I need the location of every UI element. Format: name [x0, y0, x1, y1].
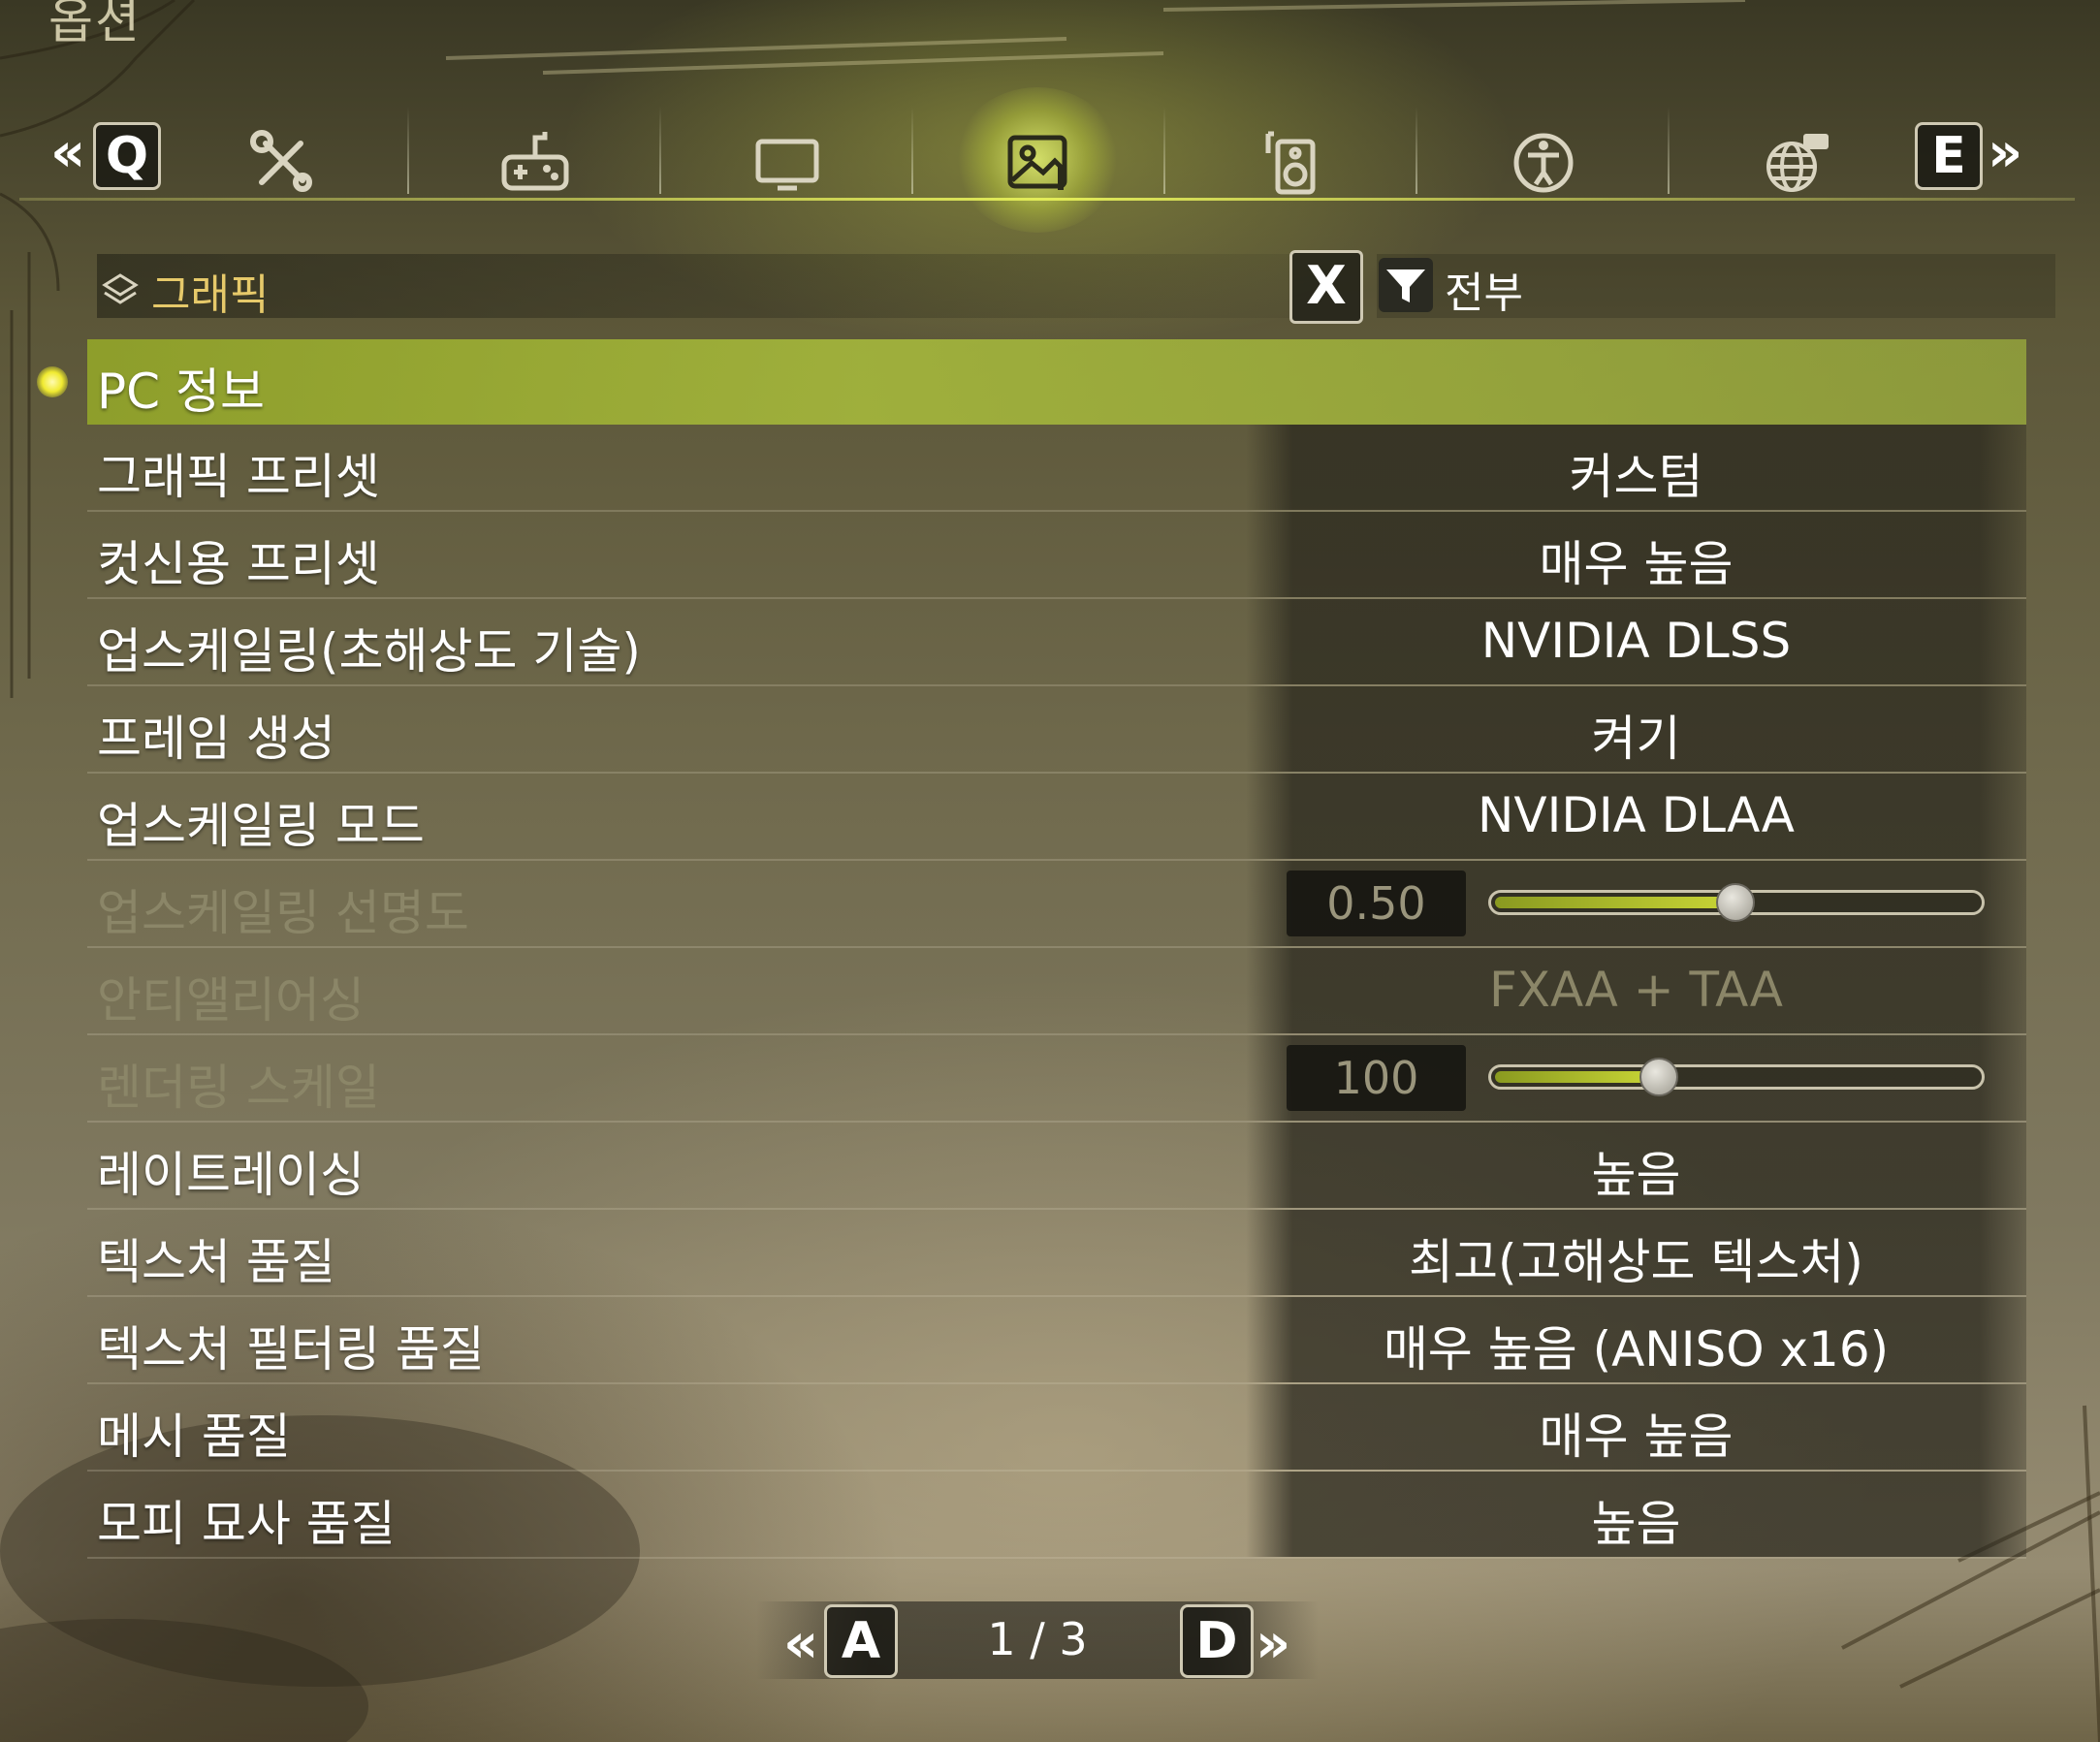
setting-label: 안티앨리어싱: [97, 972, 365, 1029]
settings-list: PC 정보 그래픽 프리셋 커스텀 컷신용 프리셋 매우 높음 업스케일링(초해…: [37, 339, 2026, 1559]
setting-row-upscaling-sharpness: 업스케일링 선명도 0.50: [87, 861, 2026, 948]
setting-row-graphics-preset[interactable]: 그래픽 프리셋 커스텀: [87, 425, 2026, 512]
setting-row-texture-filtering[interactable]: 텍스처 필터링 품질 매우 높음 (ANISO x16): [87, 1297, 2026, 1384]
slider-value: 100: [1287, 1045, 1466, 1111]
tools-icon: [250, 130, 312, 192]
setting-label: 렌더링 스케일: [97, 1060, 380, 1116]
chevron-left-icon: «: [50, 121, 86, 184]
tab-controller[interactable]: [496, 124, 574, 202]
tab-audio[interactable]: [1253, 124, 1330, 202]
category-label: 그래픽: [151, 270, 270, 320]
tab-separator: [911, 107, 913, 194]
chevron-right-icon: »: [1256, 1612, 1291, 1675]
tab-separator: [407, 107, 409, 194]
setting-row-upscaling[interactable]: 업스케일링(초해상도 기술) NVIDIA DLSS: [87, 599, 2026, 686]
tab-tools[interactable]: [244, 124, 322, 202]
setting-row-cutscene-preset[interactable]: 컷신용 프리셋 매우 높음: [87, 512, 2026, 599]
setting-row-texture-quality[interactable]: 텍스처 품질 최고(고해상도 텍스처): [87, 1210, 2026, 1297]
tab-language[interactable]: [1757, 124, 1834, 202]
setting-row-upscaling-mode[interactable]: 업스케일링 모드 NVIDIA DLAA: [87, 774, 2026, 861]
sharpness-slider: [1488, 883, 1985, 922]
setting-value[interactable]: 매우 높음: [1246, 1398, 2026, 1468]
setting-label: 모피 묘사 품질: [97, 1496, 396, 1552]
tab-separator: [1668, 107, 1670, 194]
setting-label: 프레임 생성: [97, 711, 335, 767]
filter-key-button[interactable]: X: [1289, 250, 1363, 324]
speaker-icon: [1265, 131, 1316, 195]
setting-value[interactable]: NVIDIA DLSS: [1246, 613, 2026, 669]
setting-value[interactable]: 높음: [1246, 1485, 2026, 1555]
window-title: 옵션: [48, 0, 142, 49]
tab-graphics[interactable]: [1001, 124, 1078, 202]
slider-knob: [1639, 1058, 1678, 1096]
setting-row-antialiasing: 안티앨리어싱 FXAA + TAA: [87, 948, 2026, 1035]
selection-indicator-icon: [37, 366, 68, 397]
setting-value[interactable]: 높음: [1246, 1136, 2026, 1206]
render-scale-slider: [1488, 1058, 1985, 1096]
slider-knob: [1716, 883, 1755, 922]
setting-label: 업스케일링 모드: [97, 798, 425, 854]
setting-row-frame-generation[interactable]: 프레임 생성 켜기: [87, 686, 2026, 774]
setting-label: 컷신용 프리셋: [97, 536, 380, 592]
setting-label: PC 정보: [97, 364, 265, 420]
setting-value[interactable]: 매우 높음: [1246, 525, 2026, 595]
filter-label[interactable]: 전부: [1445, 258, 1523, 320]
display-icon: [755, 139, 819, 191]
setting-value[interactable]: 매우 높음 (ANISO x16): [1246, 1311, 2026, 1380]
setting-label: 그래픽 프리셋: [97, 449, 380, 505]
setting-value[interactable]: 켜기: [1246, 700, 2026, 770]
tab-separator: [1416, 107, 1417, 194]
setting-row-ray-tracing[interactable]: 레이트레이싱 높음: [87, 1123, 2026, 1210]
setting-label: 업스케일링 선명도: [97, 885, 469, 941]
setting-row-fur-quality[interactable]: 모피 묘사 품질 높음: [87, 1472, 2026, 1559]
next-page-key-button[interactable]: D: [1180, 1604, 1254, 1678]
category-header: 그래픽: [97, 254, 1289, 320]
setting-value: FXAA + TAA: [1489, 962, 1783, 1018]
globe-language-icon: [1766, 134, 1829, 192]
accessibility-icon: [1513, 133, 1574, 193]
setting-row-render-scale: 렌더링 스케일 100: [87, 1035, 2026, 1123]
setting-value[interactable]: 최고(고해상도 텍스처): [1246, 1223, 2026, 1293]
chevron-right-icon: »: [1988, 121, 2023, 184]
setting-row-mesh-quality[interactable]: 메시 품질 매우 높음: [87, 1384, 2026, 1472]
setting-label: 업스케일링(초해상도 기술): [97, 623, 641, 680]
funnel-icon: [1386, 269, 1425, 302]
setting-value[interactable]: NVIDIA DLAA: [1246, 787, 2026, 843]
gamepad-icon: [501, 132, 569, 191]
chevron-left-icon: «: [783, 1612, 819, 1675]
setting-label: 텍스처 품질: [97, 1234, 335, 1290]
layers-icon: [102, 273, 139, 304]
setting-row-pc-info[interactable]: PC 정보: [37, 339, 2026, 425]
page-indicator: 1 / 3: [987, 1613, 1088, 1665]
tab-separator: [659, 107, 661, 194]
next-tab-key-button[interactable]: E: [1915, 122, 1983, 190]
graphics-image-icon: [1007, 135, 1067, 190]
slider-fill: [1495, 897, 1735, 908]
slider-value: 0.50: [1287, 871, 1466, 936]
setting-label: 레이트레이싱: [97, 1147, 365, 1203]
prev-page-key-button[interactable]: A: [824, 1604, 898, 1678]
tab-display[interactable]: [748, 124, 826, 202]
tab-separator: [1163, 107, 1165, 194]
setting-value[interactable]: 커스텀: [1246, 438, 2026, 508]
filter-funnel[interactable]: [1379, 258, 1433, 312]
slider-fill: [1495, 1071, 1659, 1083]
setting-label: 텍스처 필터링 품질: [97, 1321, 485, 1378]
prev-tab-key-button[interactable]: Q: [93, 122, 161, 190]
setting-label: 메시 품질: [97, 1409, 291, 1465]
tab-accessibility[interactable]: [1505, 124, 1582, 202]
